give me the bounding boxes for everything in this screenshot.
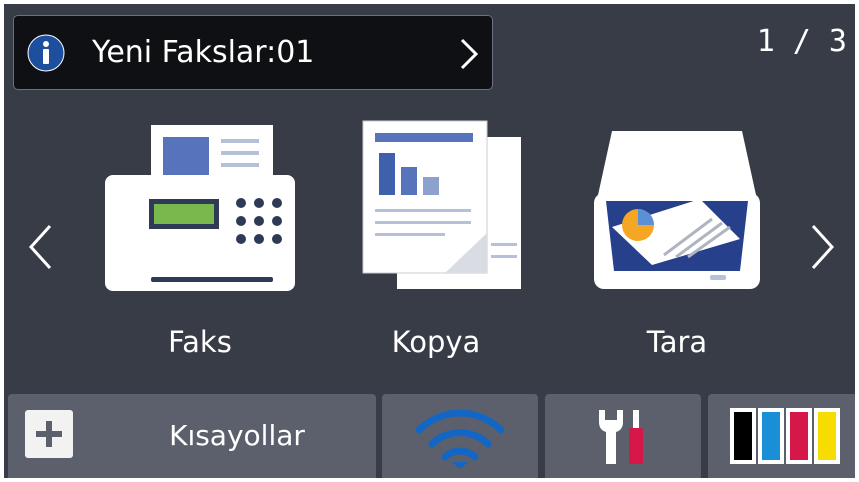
page-indicator: 1 / 3 bbox=[756, 24, 847, 59]
fax-machine-icon bbox=[105, 125, 295, 291]
fax-label: Faks bbox=[168, 325, 232, 359]
shortcuts-label: Kısayollar bbox=[169, 419, 305, 452]
wifi-icon bbox=[415, 409, 505, 468]
wrench-screwdriver-icon bbox=[599, 410, 643, 464]
plus-icon bbox=[25, 410, 73, 458]
scan-app-button[interactable]: Tara bbox=[572, 109, 782, 374]
copy-documents-icon bbox=[362, 120, 521, 289]
chevron-left-icon[interactable] bbox=[26, 222, 54, 272]
printer-home-screen: Yeni Fakslar:01 1 / 3 Faks Kopya Tara Kı… bbox=[4, 4, 855, 478]
chevron-right-icon[interactable] bbox=[809, 222, 837, 272]
scan-label: Tara bbox=[646, 325, 708, 359]
fax-app-button[interactable]: Faks bbox=[95, 109, 305, 374]
notification-text: Yeni Fakslar:01 bbox=[92, 35, 315, 70]
copy-label: Kopya bbox=[391, 325, 481, 359]
shortcuts-button[interactable]: Kısayollar bbox=[8, 394, 376, 478]
bottom-toolbar: Kısayollar bbox=[4, 387, 855, 478]
scanner-icon bbox=[594, 131, 760, 289]
copy-app-button[interactable]: Kopya bbox=[331, 109, 541, 374]
ink-cartridges-icon bbox=[730, 408, 840, 464]
ink-status-button[interactable] bbox=[708, 394, 855, 478]
wifi-button[interactable] bbox=[382, 394, 538, 478]
new-faxes-notification-button[interactable]: Yeni Fakslar:01 bbox=[13, 15, 493, 90]
settings-tools-button[interactable] bbox=[545, 394, 701, 478]
chevron-right-icon bbox=[460, 38, 479, 70]
info-icon bbox=[27, 34, 65, 72]
